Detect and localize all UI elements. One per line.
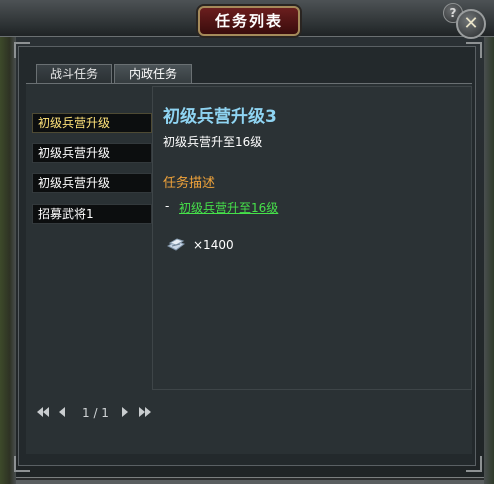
corner-decoration [14, 42, 30, 58]
last-page-icon[interactable] [138, 406, 152, 418]
quest-list-item[interactable]: 初级兵营升级 [32, 143, 152, 163]
corner-decoration [466, 456, 482, 472]
page-indicator: 1 / 1 [82, 406, 109, 420]
tab-domestic-quests[interactable]: 内政任务 [114, 64, 192, 84]
right-border-decoration [484, 0, 494, 484]
quest-list-item[interactable]: 招募武将1 [32, 204, 152, 224]
reward-amount: ×1400 [193, 238, 234, 252]
silver-ingot-icon [166, 238, 186, 251]
left-border-decoration [0, 0, 16, 484]
window-title: 任务列表 [198, 6, 300, 36]
close-icon: ✕ [463, 13, 479, 34]
quest-list-item[interactable]: 初级兵营升级 [32, 113, 152, 133]
tab-battle-quests[interactable]: 战斗任务 [36, 64, 112, 84]
objective-bullet: - [165, 199, 170, 213]
previous-page-icon[interactable] [58, 406, 66, 418]
quest-list-item[interactable]: 初级兵营升级 [32, 173, 152, 193]
quest-title: 初级兵营升级3 [163, 107, 277, 127]
tab-underline [26, 83, 472, 84]
corner-decoration [466, 42, 482, 58]
quest-summary: 初级兵营升至16级 [163, 135, 263, 149]
first-page-icon[interactable] [36, 406, 50, 418]
quest-description-heading: 任务描述 [163, 176, 216, 191]
quest-objective-link[interactable]: 初级兵营升至16级 [179, 199, 278, 216]
close-button[interactable]: ✕ [456, 9, 486, 39]
next-page-icon[interactable] [121, 406, 129, 418]
corner-decoration [14, 456, 30, 472]
